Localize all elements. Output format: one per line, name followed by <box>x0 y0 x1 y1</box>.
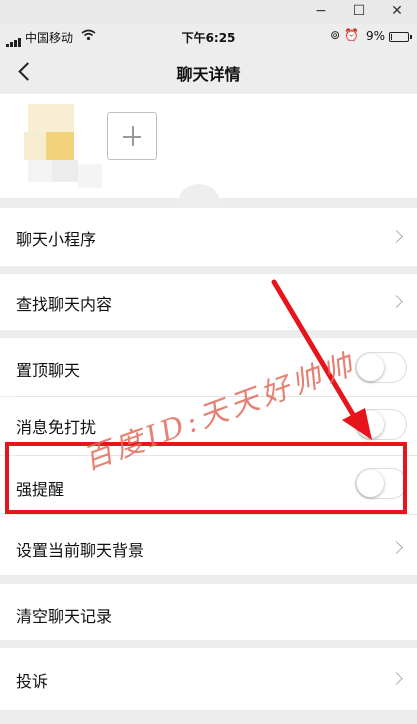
maximize-icon[interactable]: ☐ <box>345 0 373 24</box>
row-label: 置顶聊天 <box>16 361 81 380</box>
members-card <box>0 94 417 198</box>
row-report[interactable]: 投诉 <box>0 648 417 710</box>
toggle-knob <box>357 411 384 438</box>
avatar[interactable] <box>24 104 104 188</box>
row-label: 查找聊天内容 <box>16 295 113 314</box>
sticky-chat-toggle[interactable] <box>355 352 407 383</box>
row-label: 强提醒 <box>16 480 65 499</box>
close-icon[interactable]: ✕ <box>383 0 411 24</box>
chevron-right-icon <box>390 541 403 554</box>
row-search-history[interactable]: 查找聊天内容 <box>0 274 417 330</box>
battery-level <box>391 34 392 40</box>
row-label: 聊天小程序 <box>16 230 97 249</box>
status-bar: 中国移动 下午6:25 ⊚ ⏰ 9% <box>0 24 417 50</box>
row-mini-programs[interactable]: 聊天小程序 <box>0 208 417 266</box>
row-set-background[interactable]: 设置当前聊天背景 <box>0 515 417 575</box>
chevron-right-icon <box>390 230 403 243</box>
toggle-knob <box>357 470 384 497</box>
toggle-knob <box>357 354 384 381</box>
lock-rotation-icon: ⊚ <box>330 28 341 42</box>
battery-icon <box>389 32 412 42</box>
row-label: 消息免打扰 <box>16 418 97 437</box>
add-member-button[interactable] <box>107 112 157 160</box>
strong-reminder-toggle[interactable] <box>355 468 407 499</box>
row-label: 清空聊天记录 <box>16 607 113 626</box>
row-label: 投诉 <box>16 672 49 691</box>
battery-percent: 9% <box>365 29 385 43</box>
minimize-icon[interactable]: − <box>307 0 335 24</box>
row-do-not-disturb: 消息免打扰 <box>0 397 417 455</box>
chevron-right-icon <box>390 672 403 685</box>
page-title: 聊天详情 <box>176 65 241 84</box>
row-strong-reminder: 强提醒 <box>0 456 417 514</box>
row-sticky-chat: 置顶聊天 <box>0 338 417 396</box>
emulator-title-bar: − ☐ ✕ <box>0 0 417 24</box>
nav-bar: 聊天详情 <box>0 50 417 94</box>
row-label: 设置当前聊天背景 <box>16 541 145 560</box>
alarm-icon: ⏰ <box>344 28 359 42</box>
chevron-right-icon <box>390 295 403 308</box>
row-clear-history[interactable]: 清空聊天记录 <box>0 584 417 640</box>
do-not-disturb-toggle[interactable] <box>355 409 407 440</box>
